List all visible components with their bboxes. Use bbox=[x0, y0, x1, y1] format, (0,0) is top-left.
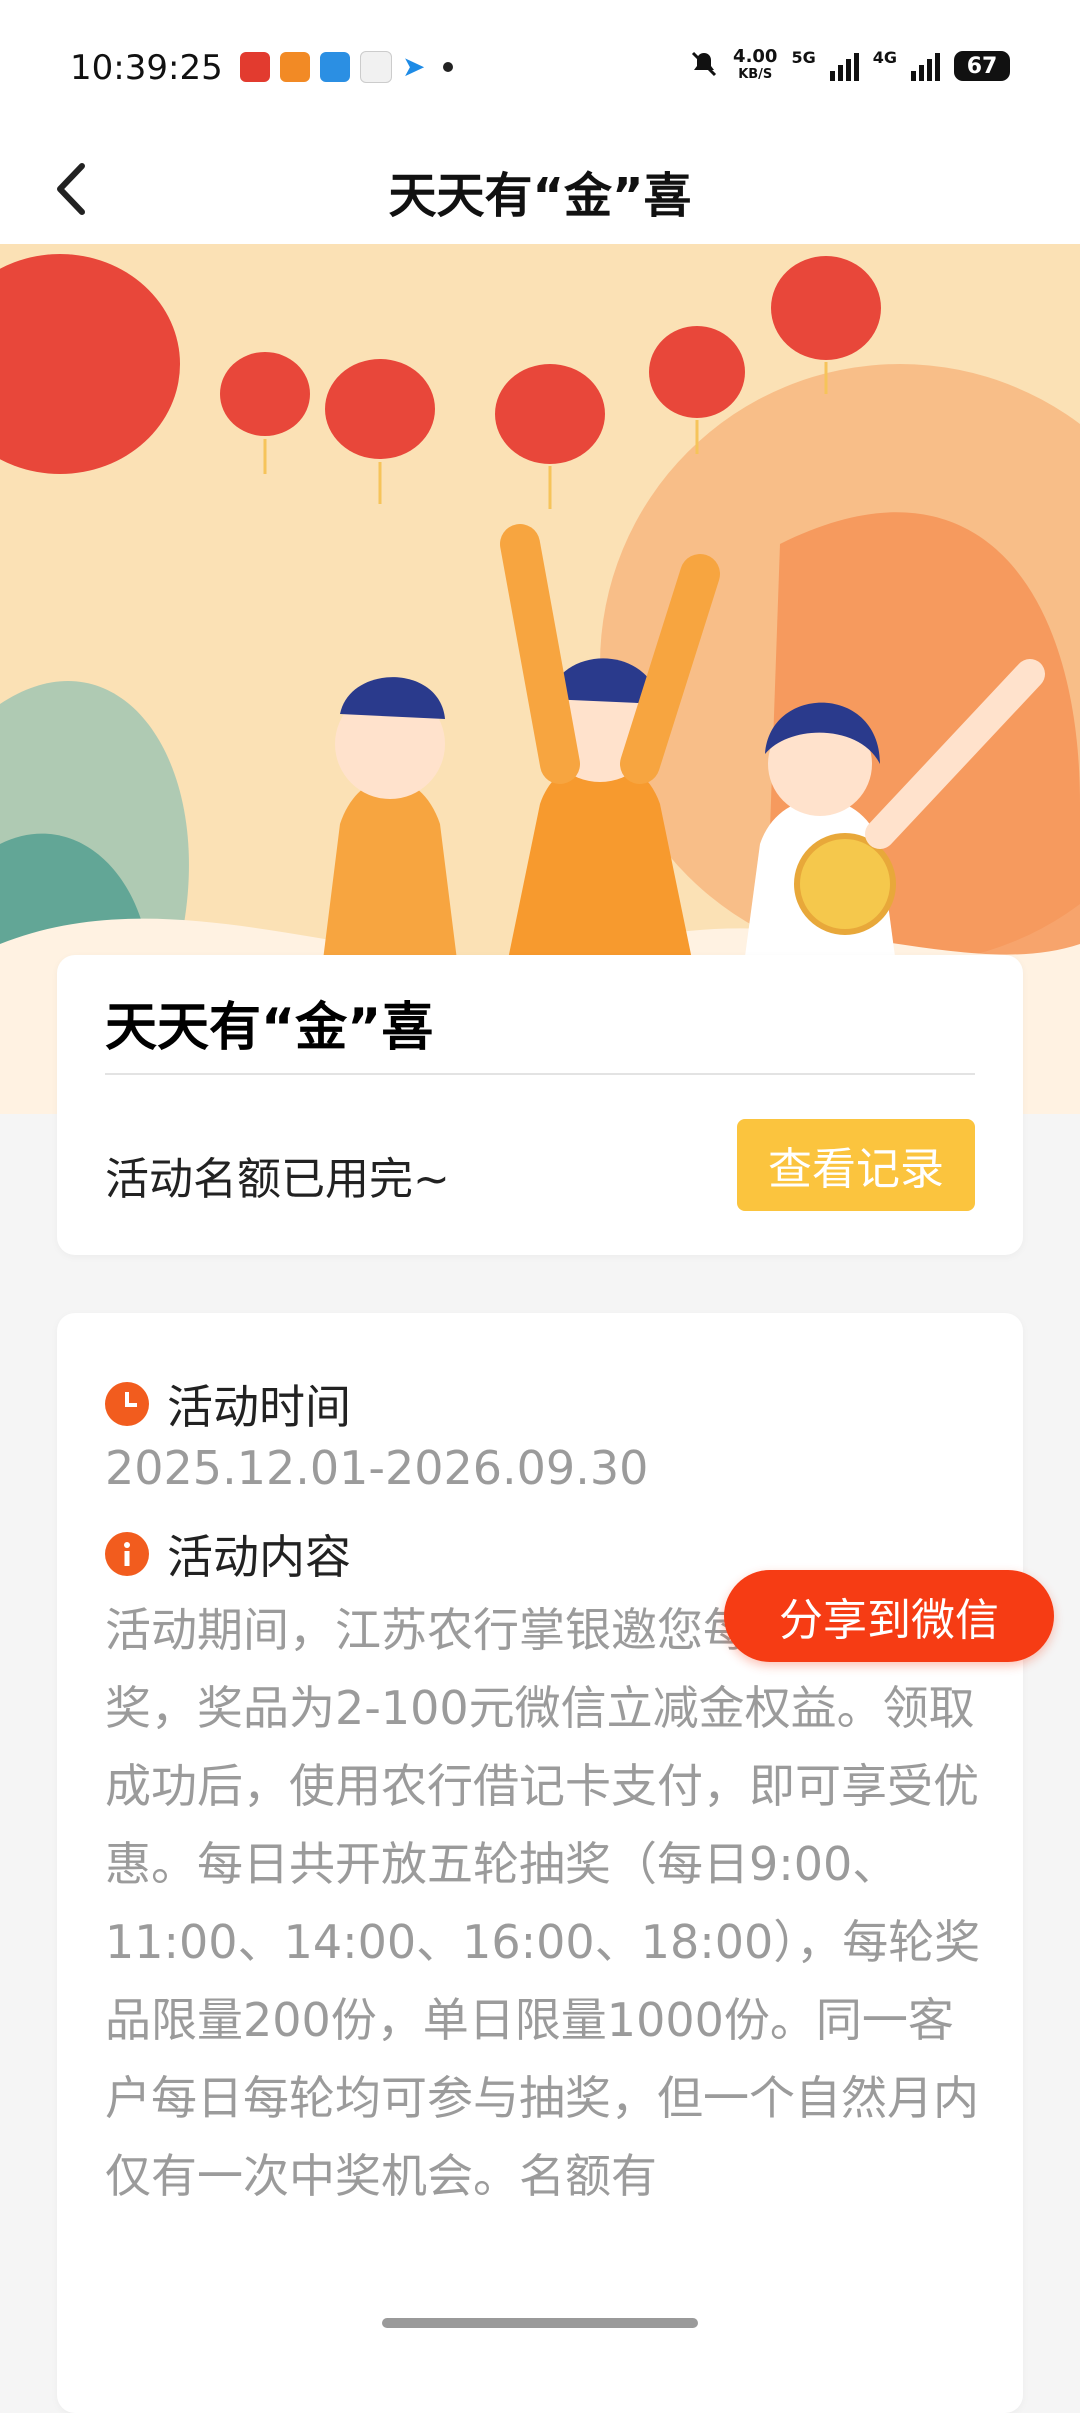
status-right: 4.00 KB/S 5G 4G 67 bbox=[689, 48, 1010, 84]
status-bar: 10:39:25 ➤ 4.00 KB/S 5G 4G 67 bbox=[0, 0, 1080, 132]
app-icon-red bbox=[240, 51, 270, 82]
view-records-button[interactable]: 查看记录 bbox=[737, 1119, 975, 1211]
signal-icon bbox=[829, 51, 859, 81]
network-type-1: 5G bbox=[791, 48, 816, 67]
activity-time-value: 2025.12.01-2026.09.30 bbox=[105, 1441, 649, 1495]
share-to-wechat-button[interactable]: 分享到微信 bbox=[724, 1570, 1054, 1662]
speed-unit: KB/S bbox=[738, 67, 773, 82]
activity-status: 活动名额已用完~ bbox=[105, 1154, 450, 1205]
app-icon-orange bbox=[280, 51, 310, 82]
battery-icon: 67 bbox=[954, 51, 1010, 81]
app-icon-arrow: ➤ bbox=[402, 50, 426, 83]
app-icon-blue bbox=[320, 51, 350, 82]
notification-icons: ➤ bbox=[240, 50, 454, 83]
signal-icon bbox=[911, 51, 940, 81]
activity-content-text: 活动期间，江苏农行掌银邀您每日参与抽奖，奖品为2-100元微信立减金权益。领取成… bbox=[105, 1603, 981, 2203]
activity-details-card: 活动时间 2025.12.01-2026.09.30 活动内容 活动期间，江苏农… bbox=[57, 1313, 1023, 2413]
activity-title: 天天有“金”喜 bbox=[105, 998, 434, 1058]
mute-icon bbox=[689, 49, 719, 84]
page-title: 天天有“金”喜 bbox=[388, 168, 692, 224]
more-dot bbox=[443, 61, 454, 72]
activity-card: 天天有“金”喜 活动名额已用完~ 查看记录 bbox=[57, 955, 1023, 1255]
home-indicator[interactable] bbox=[382, 2318, 698, 2328]
divider bbox=[105, 1073, 975, 1075]
time-heading: 活动时间 bbox=[167, 1380, 351, 1434]
speed-value: 4.00 bbox=[733, 46, 778, 67]
clock-icon bbox=[105, 1382, 149, 1426]
status-time: 10:39:25 bbox=[70, 48, 223, 88]
nav-bar: 天天有“金”喜 bbox=[0, 132, 1080, 244]
content-heading: 活动内容 bbox=[167, 1530, 351, 1584]
content-section-heading: 活动内容 bbox=[105, 1521, 351, 1587]
app-icon-white bbox=[360, 50, 392, 83]
time-section-heading: 活动时间 bbox=[105, 1371, 351, 1437]
battery-level: 67 bbox=[966, 53, 998, 79]
network-type-2: 4G bbox=[872, 48, 897, 67]
net-speed: 4.00 KB/S bbox=[733, 48, 777, 84]
info-icon bbox=[105, 1532, 149, 1576]
